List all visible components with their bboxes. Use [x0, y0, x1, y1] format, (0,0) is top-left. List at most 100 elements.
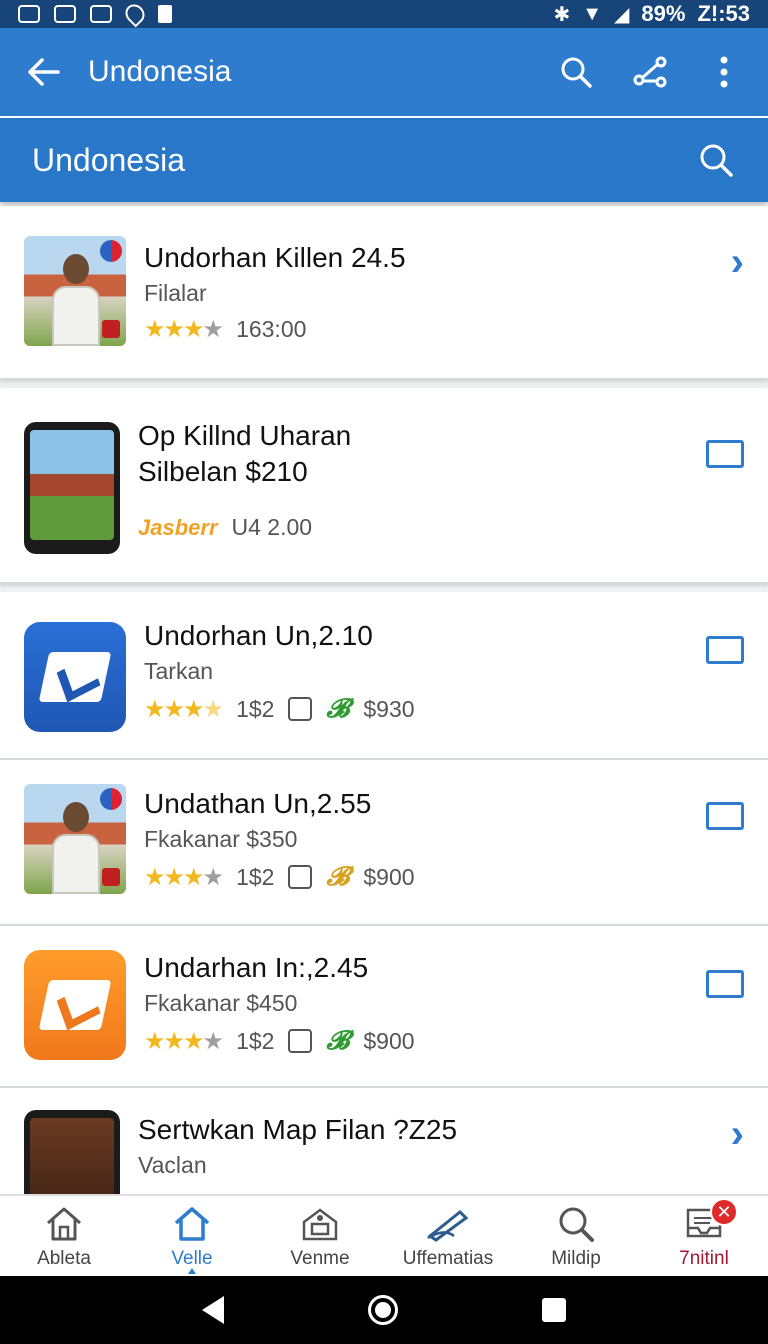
- bag-icon: [288, 865, 313, 889]
- notification-badge: ✕: [710, 1198, 738, 1226]
- item-count: 1$2: [236, 863, 275, 890]
- item-subtitle: Vaclan: [138, 1152, 207, 1178]
- store-icon: [302, 1208, 338, 1241]
- bluetooth-icon: ✱: [553, 3, 571, 26]
- rating-stars: ★★★ ★: [144, 316, 224, 343]
- rating-stars: ★★★ ★: [144, 695, 224, 723]
- list-item[interactable]: Undarhan In:,2.45 Fkakanar $450 ★★★ ★ 1$2…: [0, 926, 768, 1088]
- leaf-icon: 𝓑: [326, 693, 350, 723]
- item-price: $930: [363, 695, 415, 722]
- nav-item-uffematias[interactable]: Uffematias: [384, 1196, 512, 1276]
- item-thumbnail: [24, 784, 126, 894]
- more-vert-icon: [720, 56, 728, 88]
- chevron-right-icon[interactable]: ›: [731, 242, 744, 378]
- signal-icon: ◢: [614, 3, 630, 26]
- status-indicators: ✱ ▼ ◢ 89% Z!:53: [553, 1, 750, 27]
- app-logo-icon: [38, 980, 112, 1030]
- status-bar: ✱ ▼ ◢ 89% Z!:53: [0, 0, 768, 28]
- item-meta-value: 163:00: [236, 316, 307, 342]
- search-icon: [700, 144, 733, 177]
- nav-label: Mildip: [551, 1248, 601, 1269]
- item-thumbnail: [24, 236, 126, 346]
- search-icon: [559, 1207, 594, 1242]
- nav-item-venme[interactable]: Venme: [256, 1196, 384, 1276]
- result-list: Undorhan Killen 24.5 Filalar ★★★ ★ 163:00…: [0, 206, 768, 1194]
- nav-label: 7nitinl: [679, 1248, 729, 1269]
- leaf-icon: 𝓑: [326, 1025, 350, 1055]
- list-item[interactable]: Undathan Un,2.55 Fkakanar $350 ★★★ ★ 1$2 …: [0, 760, 768, 926]
- wifi-icon: ▼: [582, 2, 602, 25]
- item-subtitle: Fkakanar $450: [144, 990, 298, 1016]
- item-checkbox[interactable]: [706, 440, 744, 468]
- battery-level: 89%: [641, 1, 686, 26]
- item-price: $900: [363, 1027, 415, 1054]
- home-icon: [174, 1207, 210, 1241]
- item-meta-value: U4 2.00: [231, 514, 313, 540]
- app-bar: Undonesia: [0, 28, 768, 116]
- nav-item-velle[interactable]: Velle: [128, 1196, 256, 1276]
- item-title: Undorhan Killen 24.5: [144, 242, 406, 273]
- active-indicator: [188, 1266, 196, 1274]
- more-options-button[interactable]: [704, 52, 744, 92]
- nav-item-ableta[interactable]: Ableta: [0, 1196, 128, 1276]
- app-logo-icon: [38, 652, 112, 702]
- chevron-right-icon[interactable]: ›: [731, 1114, 744, 1194]
- list-item[interactable]: Sertwkan Map Filan ?Z25 Vaclan ›: [0, 1088, 768, 1194]
- item-title-line2: Silbelan $210: [138, 456, 308, 487]
- nav-label: Venme: [290, 1248, 350, 1269]
- section-title: Undonesia: [32, 141, 185, 178]
- share-button[interactable]: [630, 52, 670, 92]
- nav-item-7nitinl[interactable]: 7nitinl ✕: [640, 1196, 768, 1276]
- rating-stars: ★★★ ★: [144, 863, 224, 891]
- app-title: Undonesia: [88, 55, 232, 88]
- item-thumbnail: [24, 422, 120, 554]
- item-count: 1$2: [236, 1027, 275, 1054]
- item-thumbnail: [24, 622, 126, 732]
- section-header: Undonesia: [0, 118, 768, 202]
- item-thumbnail: [24, 1110, 120, 1194]
- home-outline-icon: [47, 1207, 81, 1241]
- message-icon: [18, 5, 40, 23]
- back-button[interactable]: [24, 52, 64, 92]
- rating-stars: ★★★ ★: [144, 1027, 224, 1055]
- item-checkbox[interactable]: [706, 802, 744, 830]
- item-title: Op Killnd Uharan: [138, 420, 352, 451]
- nav-item-mildip[interactable]: Mildip: [512, 1196, 640, 1276]
- item-title: Sertwkan Map Filan ?Z25: [138, 1114, 458, 1145]
- search-button[interactable]: [556, 52, 596, 92]
- item-checkbox[interactable]: [706, 970, 744, 998]
- nav-label: Ableta: [37, 1248, 91, 1269]
- item-subtitle: Fkakanar $350: [144, 826, 298, 852]
- item-price: $900: [363, 863, 415, 890]
- brand-label: Jasberr: [138, 514, 218, 540]
- item-title: Undathan Un,2.55: [144, 788, 372, 819]
- section-search-button[interactable]: [696, 140, 736, 180]
- item-thumbnail: [24, 950, 126, 1060]
- pen-icon: [427, 1209, 469, 1242]
- list-item[interactable]: Undorhan Killen 24.5 Filalar ★★★ ★ 163:00…: [0, 206, 768, 380]
- leaf-icon: 𝓑: [326, 861, 350, 891]
- item-checkbox[interactable]: [706, 636, 744, 664]
- item-title: Undorhan Un,2.10: [144, 620, 373, 651]
- system-navigation-bar: [0, 1276, 768, 1344]
- back-arrow-icon: [28, 58, 60, 86]
- nav-label: Uffematias: [402, 1248, 494, 1269]
- sim-icon: [158, 5, 172, 23]
- bag-icon: [288, 1029, 313, 1053]
- item-subtitle: Filalar: [144, 280, 207, 306]
- search-icon: [561, 57, 592, 88]
- camera-icon: [54, 5, 76, 23]
- item-count: 1$2: [236, 695, 275, 722]
- system-back-button[interactable]: [202, 1296, 224, 1324]
- item-subtitle: Tarkan: [144, 658, 214, 684]
- system-home-button[interactable]: [368, 1295, 398, 1325]
- list-item[interactable]: Undorhan Un,2.10 Tarkan ★★★ ★ 1$2 𝓑 $930: [0, 592, 768, 760]
- bottom-navigation: Ableta Velle Venme Uffematias Mildip 7ni…: [0, 1194, 768, 1276]
- list-item[interactable]: Op Killnd Uharan Silbelan $210 Jasberr U…: [0, 388, 768, 584]
- location-icon: [121, 0, 149, 28]
- item-title: Undarhan In:,2.45: [144, 952, 369, 983]
- system-recents-button[interactable]: [542, 1298, 566, 1322]
- clock: Z!:53: [697, 1, 750, 26]
- share-icon: [633, 56, 667, 88]
- status-notifications: [18, 0, 172, 28]
